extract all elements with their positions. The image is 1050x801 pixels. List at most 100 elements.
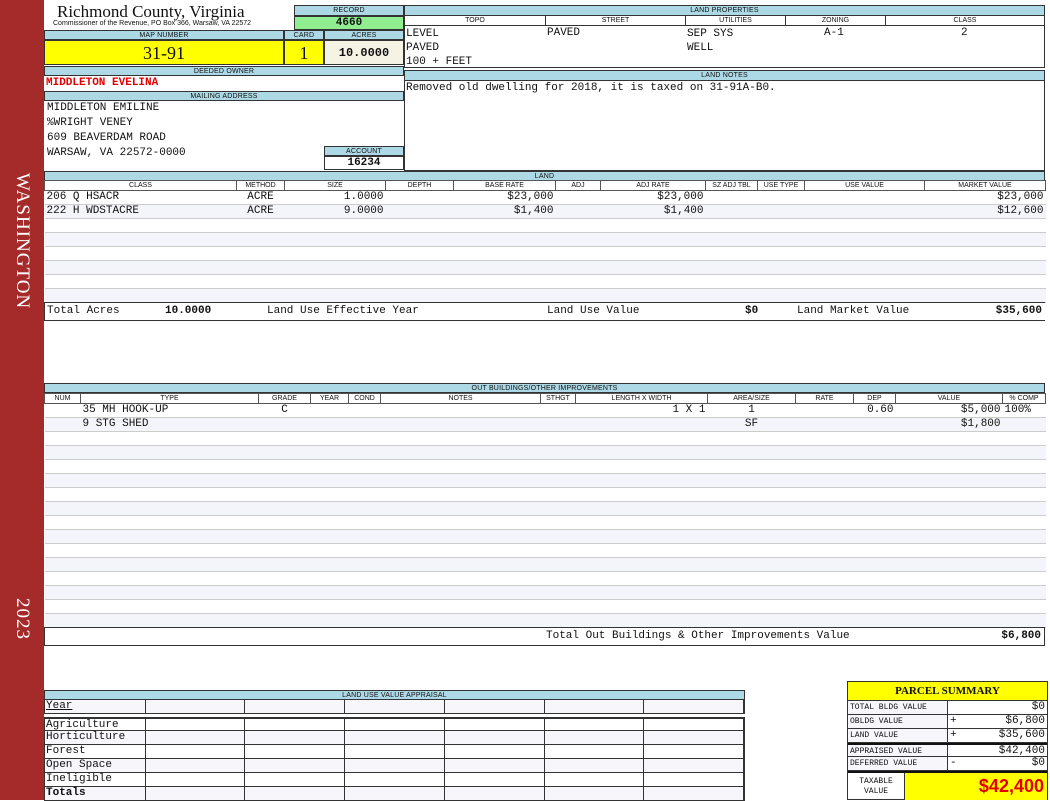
empty-row (44, 529, 1046, 544)
land-use-cell (644, 731, 745, 744)
table-cell (575, 529, 708, 544)
summary-row: OBLDG VALUE + $6,800 (848, 715, 1047, 729)
column-header: RATE (795, 393, 854, 404)
table-cell (44, 473, 81, 488)
table-cell (348, 613, 381, 628)
topo-value: 100 + FEET (406, 56, 473, 68)
street-value: PAVED (547, 27, 581, 39)
table-cell (804, 190, 925, 205)
table-cell (853, 599, 896, 614)
land-use-cell (445, 759, 545, 772)
table-row: 35 MH HOOK-UP C 1 X 1 1 0.60 $5,000 100% (44, 403, 1046, 418)
table-cell (80, 431, 259, 446)
topo-value: LEVEL (406, 28, 440, 40)
address-line: %WRIGHT VENEY (47, 117, 133, 129)
table-cell (80, 515, 259, 530)
table-cell (1002, 529, 1046, 544)
table-cell (44, 445, 81, 460)
table-cell (284, 218, 386, 233)
table-cell (853, 515, 896, 530)
column-header: NOTES (380, 393, 541, 404)
empty-row (44, 459, 1046, 474)
table-cell (380, 515, 541, 530)
land-use-row: Year (44, 700, 745, 714)
zoning-header: ZONING (786, 16, 886, 25)
record-value: 4660 (294, 16, 404, 30)
table-cell (80, 529, 259, 544)
summary-row: DEFERRED VALUE - $0 (848, 757, 1047, 771)
table-cell (707, 543, 796, 558)
land-use-row-label: Year (45, 700, 146, 713)
table-cell (795, 403, 854, 418)
table-cell: 9 STG SHED (80, 417, 259, 432)
outbuildings-table: NUM TYPE GRADE YEAR COND NOTES STHGT LENGTH X W… (44, 393, 1046, 628)
summary-label: APPRAISED VALUE (848, 745, 948, 756)
table-cell (707, 557, 796, 572)
table-cell (705, 274, 758, 289)
summary-label: DEFERRED VALUE (848, 757, 948, 770)
zoning-value: A-1 (824, 27, 844, 39)
table-cell (80, 557, 259, 572)
land-use-row-label: Horticulture (45, 731, 146, 744)
summary-sign (948, 745, 962, 756)
land-use-cell (644, 773, 745, 786)
empty-row (44, 445, 1046, 460)
table-cell (310, 571, 349, 586)
table-cell (258, 515, 311, 530)
table-cell (575, 445, 708, 460)
land-notes-label: LAND NOTES (405, 71, 1044, 81)
mailing-address-label: MAILING ADDRESS (44, 91, 404, 101)
table-cell (757, 246, 805, 261)
table-cell (1002, 543, 1046, 558)
empty-row (44, 515, 1046, 530)
land-totals: Total Acres 10.0000 Land Use Effective Y… (44, 302, 1045, 321)
table-cell (540, 459, 576, 474)
table-cell (895, 557, 1003, 572)
table-cell (795, 599, 854, 614)
table-cell (348, 515, 381, 530)
table-cell (385, 232, 454, 247)
table-cell (853, 529, 896, 544)
table-cell (1002, 445, 1046, 460)
table-cell: $1,400 (453, 204, 556, 219)
table-cell (707, 571, 796, 586)
address-line: 609 BEAVERDAM ROAD (47, 132, 166, 144)
table-cell (44, 529, 81, 544)
column-header: DEPTH (385, 180, 454, 191)
land-use-cell (146, 787, 246, 800)
table-cell (853, 557, 896, 572)
table-cell (258, 599, 311, 614)
table-cell (795, 417, 854, 432)
table-cell (853, 459, 896, 474)
table-cell (795, 445, 854, 460)
empty-row (44, 431, 1046, 446)
table-cell (453, 218, 556, 233)
table-cell (310, 459, 349, 474)
parcel-summary-title: PARCEL SUMMARY (848, 682, 1047, 701)
land-use-cell (245, 731, 346, 744)
table-cell (853, 613, 896, 628)
table-cell (348, 557, 381, 572)
table-cell (575, 557, 708, 572)
land-use-row-label: Open Space (45, 759, 146, 772)
table-cell (380, 585, 541, 600)
column-header: COND (348, 393, 381, 404)
utilities-header: UTILITIES (686, 16, 786, 25)
column-header: MARKET VALUE (924, 180, 1046, 191)
table-cell (924, 232, 1046, 247)
outbuildings-total: Total Out Buildings & Other Improvements… (44, 627, 1045, 646)
table-cell (44, 459, 81, 474)
table-cell (80, 473, 259, 488)
table-cell: ACRE (236, 190, 285, 205)
table-cell (853, 543, 896, 558)
summary-sign: + (950, 729, 957, 741)
table-cell (284, 260, 386, 275)
table-cell (380, 403, 541, 418)
column-header: LENGTH X WIDTH (575, 393, 708, 404)
summary-sign: - (950, 757, 957, 769)
table-cell (44, 515, 81, 530)
locality-label: WASHINGTON (12, 172, 33, 310)
table-cell (707, 613, 796, 628)
empty-row (44, 487, 1046, 502)
table-cell (705, 288, 758, 303)
